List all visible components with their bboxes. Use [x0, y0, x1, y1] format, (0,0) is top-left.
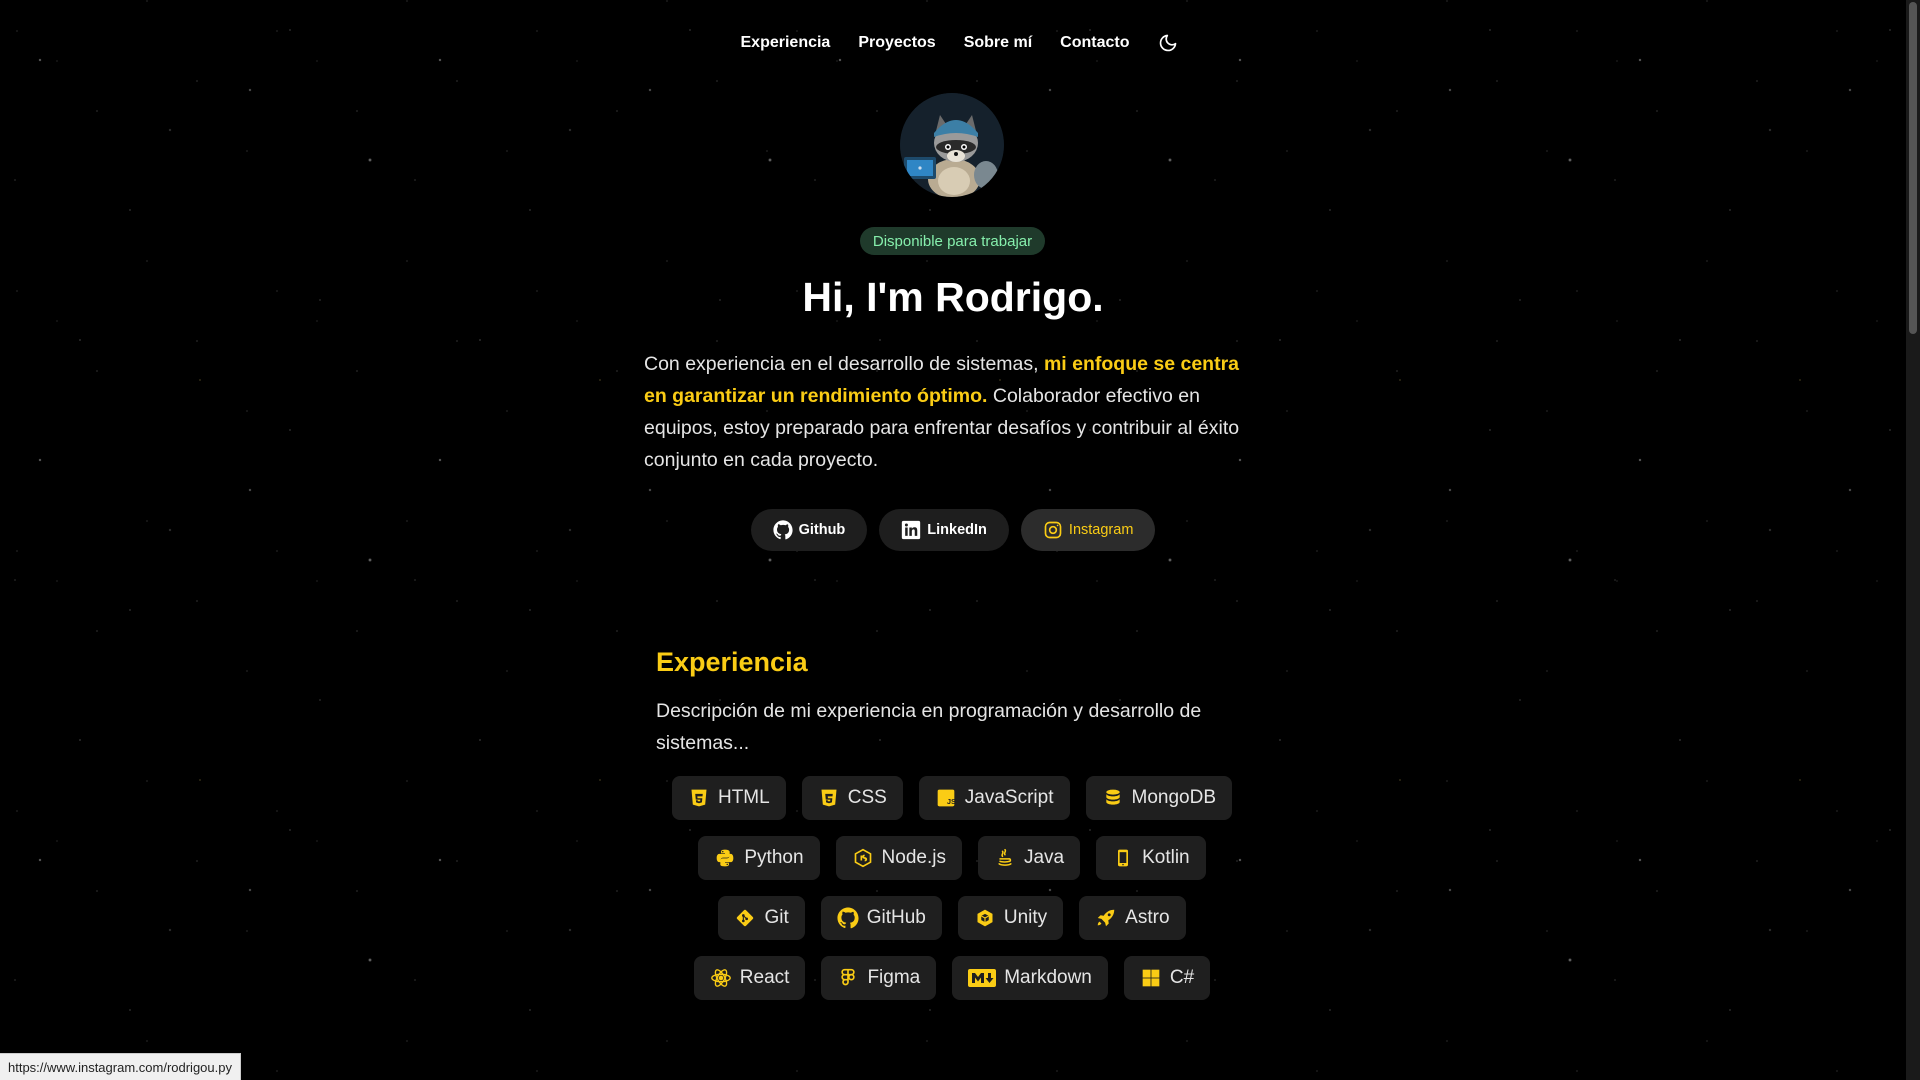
- skill-tag-unity: Unity: [957, 896, 1064, 940]
- link-status-bar: https://www.instagram.com/rodrigou.py: [0, 1053, 241, 1080]
- markdown-icon: [968, 967, 997, 989]
- skill-tag-github: GitHub: [820, 896, 942, 940]
- mobile-icon: [1112, 847, 1134, 869]
- skill-tag-label: Java: [1023, 847, 1065, 868]
- skill-tag-label: CSS: [847, 787, 887, 808]
- skill-tag-nodejs: Node.js: [835, 836, 962, 880]
- github-icon: [837, 907, 859, 929]
- skill-tag-label: GitHub: [866, 907, 926, 928]
- skill-tag-kotlin: Kotlin: [1096, 836, 1206, 880]
- skill-tag-label: Figma: [867, 967, 921, 988]
- java-icon: [994, 847, 1016, 869]
- nav-link-proyectos[interactable]: Proyectos: [844, 30, 949, 56]
- linkedin-link-label: LinkedIn: [927, 522, 987, 538]
- skill-tag-css: CSS: [801, 776, 903, 820]
- scrollbar-thumb[interactable]: [1909, 2, 1917, 334]
- avatar: [900, 93, 1004, 197]
- hero-description: Con experiencia en el desarrollo de sist…: [644, 348, 1254, 476]
- react-icon: [710, 967, 732, 989]
- nav-link-sobre-mi[interactable]: Sobre mí: [950, 30, 1046, 56]
- rocket-icon: [1095, 907, 1117, 929]
- skill-tag-figma: Figma: [821, 956, 937, 1000]
- skill-tag-react: React: [693, 956, 806, 1000]
- skill-tag-csharp: C#: [1123, 956, 1211, 1000]
- skill-tag-label: HTML: [717, 787, 770, 808]
- experience-description: Descripción de mi experiencia en program…: [656, 700, 1202, 754]
- skill-tag-label: C#: [1169, 967, 1195, 988]
- linkedin-link[interactable]: LinkedIn: [879, 509, 1009, 551]
- skill-tag-mongodb: MongoDB: [1085, 776, 1232, 820]
- python-icon: [714, 847, 736, 869]
- hero-text-before: Con experiencia en el desarrollo de sist…: [644, 353, 1044, 375]
- skill-tag-label: Astro: [1125, 907, 1170, 928]
- nav-link-contacto[interactable]: Contacto: [1046, 30, 1143, 56]
- skill-tag-label: JavaScript: [964, 787, 1054, 808]
- page: Experiencia Proyectos Sobre mí Contacto: [0, 0, 1920, 1080]
- skill-tag-html: HTML: [671, 776, 786, 820]
- database-icon: [1102, 787, 1124, 809]
- skill-tag-label: Git: [764, 907, 789, 928]
- skill-tag-astro: Astro: [1079, 896, 1186, 940]
- skill-tag-label: Unity: [1003, 907, 1048, 928]
- theme-toggle-button[interactable]: [1156, 31, 1180, 55]
- raccoon-avatar-image: [900, 93, 1004, 197]
- instagram-link-label: Instagram: [1068, 522, 1134, 538]
- hero-title: Hi, I'm Rodrigo.: [802, 274, 1104, 320]
- github-link-label: Github: [798, 522, 846, 538]
- skill-tag-git: Git: [718, 896, 805, 940]
- nodejs-icon: [852, 847, 874, 869]
- availability-badge: Disponible para trabajar: [860, 227, 1045, 255]
- unity-icon: [974, 907, 996, 929]
- nav-link-experiencia[interactable]: Experiencia: [727, 30, 845, 56]
- github-icon: [772, 520, 793, 540]
- git-icon: [734, 907, 756, 929]
- instagram-link[interactable]: Instagram: [1020, 509, 1156, 551]
- skill-tag-label: MongoDB: [1131, 787, 1217, 808]
- html5-icon: [688, 787, 710, 809]
- skill-tag-label: Markdown: [1004, 967, 1092, 988]
- github-link[interactable]: Github: [750, 509, 868, 551]
- experience-section-title: Experiencia: [656, 647, 808, 677]
- social-links: Github LinkedIn Instagram: [0, 509, 1906, 551]
- skill-tag-python: Python: [698, 836, 820, 880]
- skill-tag-markdown: Markdown: [952, 956, 1108, 1000]
- instagram-icon: [1044, 521, 1062, 539]
- linkedin-icon: [902, 520, 921, 540]
- skill-tag-label: Kotlin: [1142, 847, 1190, 868]
- skill-tag-java: Java: [977, 836, 1081, 880]
- skills-tag-list: HTML CSS JS JavaScript MongoDB Python No…: [656, 776, 1248, 1000]
- svg-text:JS: JS: [947, 797, 956, 806]
- figma-icon: [837, 967, 859, 989]
- page-scrollbar[interactable]: [1906, 0, 1920, 1080]
- top-nav: Experiencia Proyectos Sobre mí Contacto: [0, 30, 1906, 56]
- skill-tag-label: React: [739, 967, 790, 988]
- skill-tag-javascript: JS JavaScript: [918, 776, 1070, 820]
- javascript-icon: JS: [935, 787, 957, 809]
- css3-icon: [818, 787, 840, 809]
- windows-icon: [1140, 967, 1162, 989]
- moon-icon: [1159, 34, 1176, 52]
- skill-tag-label: Python: [744, 847, 804, 868]
- skill-tag-label: Node.js: [881, 847, 946, 868]
